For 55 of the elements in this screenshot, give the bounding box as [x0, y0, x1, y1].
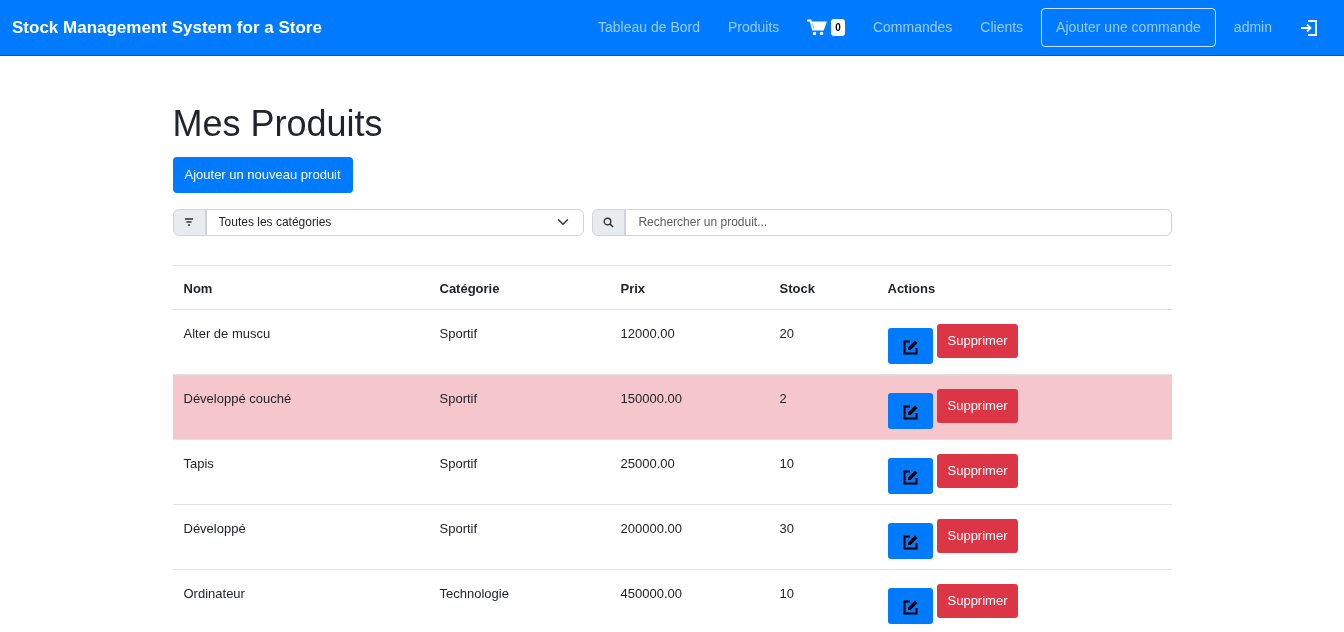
edit-button[interactable] [887, 393, 933, 430]
table-cell: Ordinateur [172, 569, 429, 632]
filter-icon [172, 208, 206, 236]
cart-count-badge: 0 [831, 19, 845, 36]
table-cell: Tapis [172, 439, 429, 505]
table-cell: 200000.00 [609, 504, 769, 570]
app-title[interactable]: Stock Management System for a Store [12, 14, 322, 41]
edit-button[interactable] [887, 588, 933, 625]
edit-icon [901, 403, 919, 421]
edit-button[interactable] [887, 458, 933, 495]
category-select[interactable]: Toutes les catégories [205, 208, 584, 236]
table-cell: Sportif [428, 309, 610, 375]
edit-icon [901, 338, 919, 356]
cart-icon[interactable] [807, 19, 828, 36]
table-cell: Sportif [428, 439, 610, 505]
page-title: Mes Produits [172, 102, 384, 146]
search-icon [591, 208, 626, 236]
nav-link[interactable]: Clients [966, 17, 1038, 38]
search-field[interactable]: Rechercher un produit... [625, 208, 1172, 236]
delete-button[interactable]: Supprimer [936, 389, 1019, 423]
delete-button[interactable]: Supprimer [936, 584, 1019, 618]
delete-button[interactable]: Supprimer [936, 324, 1019, 358]
table-cell: 10 [768, 439, 877, 505]
table-cell: Technologie [428, 569, 610, 632]
table-cell: Sportif [428, 504, 610, 570]
edit-icon [901, 533, 919, 551]
table-cell: 30 [768, 504, 877, 570]
edit-icon [901, 468, 919, 486]
table-cell: Alter de muscu [172, 309, 429, 375]
table-cell: Sportif [428, 374, 610, 440]
edit-icon [901, 598, 919, 616]
table-cell: 25000.00 [609, 439, 769, 505]
delete-button[interactable]: Supprimer [936, 454, 1019, 488]
table-cell: 450000.00 [609, 569, 769, 632]
table-cell: 150000.00 [609, 374, 769, 440]
table-cell: Développé [172, 504, 429, 570]
edit-button[interactable] [887, 523, 933, 560]
user-link[interactable]: admin [1219, 17, 1286, 38]
table-cell: 10 [768, 569, 877, 632]
add-product-button[interactable]: Ajouter un nouveau produit [172, 157, 353, 193]
add-order-button[interactable]: Ajouter une commande [1041, 8, 1216, 47]
column-header: Catégorie [428, 265, 610, 310]
edit-button[interactable] [887, 328, 933, 365]
table-cell: 2 [768, 374, 877, 440]
column-header: Stock [768, 265, 877, 310]
table-cell: 20 [768, 309, 877, 375]
nav-link[interactable]: Tableau de Bord [584, 17, 714, 38]
table-cell: 12000.00 [609, 309, 769, 375]
table-cell: Développé couché [172, 374, 429, 440]
nav-link[interactable]: Commandes [858, 17, 967, 38]
column-header: Prix [609, 265, 769, 310]
column-header: Actions [876, 265, 1172, 310]
delete-button[interactable]: Supprimer [936, 519, 1019, 553]
column-header: Nom [172, 265, 429, 310]
nav-link[interactable]: Produits [714, 17, 794, 38]
